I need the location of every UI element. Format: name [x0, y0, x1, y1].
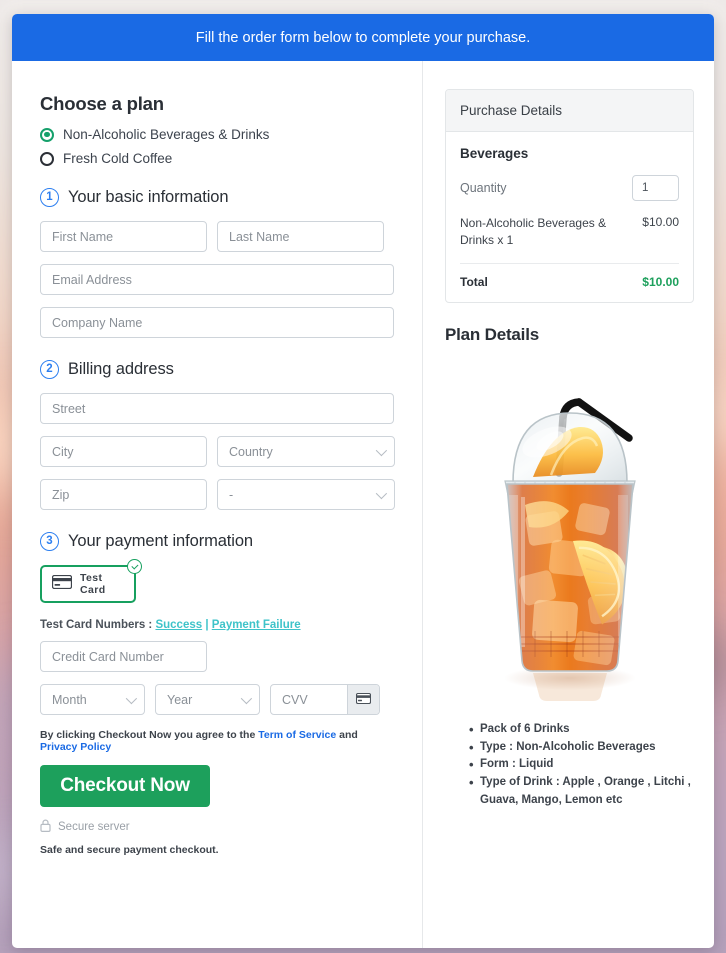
country-select-value: Country — [229, 444, 273, 459]
safe-payment-note: Safe and secure payment checkout. — [40, 844, 219, 856]
secure-server-label: Secure server — [58, 821, 130, 833]
quantity-input[interactable]: 1 — [632, 175, 679, 201]
payment-failure-link[interactable]: Payment Failure — [212, 619, 301, 631]
list-item: Type : Non-Alcoholic Beverages — [469, 738, 694, 758]
line-item-row: Non-Alcoholic Beverages & Drinks x 1 $10… — [460, 215, 679, 264]
checkout-card: Fill the order form below to complete yo… — [12, 14, 714, 948]
line-item-name: Non-Alcoholic Beverages & Drinks x 1 — [460, 216, 607, 248]
radio-icon-selected[interactable] — [40, 127, 54, 142]
credit-card-icon — [51, 574, 73, 594]
last-name-input[interactable]: Last Name — [217, 221, 384, 252]
terms-text: By clicking Checkout Now you agree to th… — [40, 729, 394, 753]
expiry-cvv-row: Month Year CVV — [40, 684, 394, 715]
name-row: First Name Last Name — [40, 221, 394, 252]
credit-card-number-input[interactable]: Credit Card Number — [40, 641, 207, 672]
checkout-button[interactable]: Checkout Now — [40, 765, 210, 807]
total-row: Total $10.00 — [460, 275, 679, 289]
test-card-numbers-prefix: Test Card Numbers : — [40, 619, 156, 631]
email-input[interactable]: Email Address — [40, 264, 394, 295]
lock-icon — [40, 819, 51, 835]
cvv-field-group: CVV — [270, 684, 380, 715]
step-payment-information-title: Your payment information — [68, 532, 254, 550]
zip-state-row: Zip - — [40, 479, 395, 510]
plan-option-beverages-label: Non-Alcoholic Beverages & Drinks — [63, 127, 270, 142]
zip-input[interactable]: Zip — [40, 479, 207, 510]
step-billing-address-title: Billing address — [68, 360, 174, 378]
total-label: Total — [460, 274, 488, 289]
term-of-service-link[interactable]: Term of Service — [258, 729, 336, 741]
expiry-month-value: Month — [52, 692, 87, 707]
card-columns: Choose a plan Non-Alcoholic Beverages & … — [12, 61, 714, 948]
radio-icon-unselected[interactable] — [40, 151, 54, 166]
expiry-year-select[interactable]: Year — [155, 684, 260, 715]
secure-server-note: Secure server — [40, 819, 394, 835]
terms-prefix: By clicking Checkout Now you agree to th… — [40, 729, 259, 741]
credit-card-icon — [355, 691, 372, 709]
test-card-numbers-note: Test Card Numbers : Success | Payment Fa… — [40, 619, 394, 631]
chevron-down-icon — [240, 692, 253, 704]
step-number-badge-1: 1 — [40, 188, 59, 207]
street-row: Street — [40, 393, 394, 424]
expiry-year-value: Year — [167, 692, 193, 707]
cvv-input[interactable]: CVV — [271, 685, 347, 714]
step-number-badge-3: 3 — [40, 532, 59, 551]
state-select[interactable]: - — [217, 479, 395, 510]
step-payment-information-header: 3 Your payment information — [40, 532, 394, 551]
plan-option-beverages[interactable]: Non-Alcoholic Beverages & Drinks — [40, 127, 394, 142]
chevron-down-icon — [125, 692, 138, 704]
list-item: Pack of 6 Drinks — [469, 720, 694, 740]
test-card-option[interactable]: Test Card — [40, 559, 142, 603]
state-select-value: - — [229, 487, 234, 502]
street-input[interactable]: Street — [40, 393, 394, 424]
purchase-category-label: Beverages — [460, 146, 529, 161]
city-input[interactable]: City — [40, 436, 207, 467]
chevron-down-icon — [375, 444, 388, 456]
company-name-input[interactable]: Company Name — [40, 307, 394, 338]
quantity-row: Quantity 1 — [460, 175, 679, 201]
order-form-column: Choose a plan Non-Alcoholic Beverages & … — [12, 61, 423, 948]
success-link[interactable]: Success — [155, 619, 202, 631]
list-item: Form : Liquid — [469, 755, 694, 775]
plan-details-heading: Plan Details — [445, 324, 539, 344]
city-country-row: City Country — [40, 436, 395, 467]
plan-product-image — [445, 345, 694, 717]
expiry-month-select[interactable]: Month — [40, 684, 145, 715]
country-select[interactable]: Country — [217, 436, 395, 467]
test-card-label: Test Card — [80, 572, 106, 596]
step-basic-information-title: Your basic information — [68, 188, 229, 206]
purchase-details-body: Beverages Quantity 1 Non-Alcoholic Bever… — [446, 132, 693, 302]
step-number-badge-2: 2 — [40, 360, 59, 379]
banner: Fill the order form below to complete yo… — [12, 14, 714, 61]
banner-text: Fill the order form below to complete yo… — [195, 29, 531, 46]
privacy-policy-link[interactable]: Privacy Policy — [40, 741, 111, 753]
email-row: Email Address — [40, 264, 394, 295]
list-item: Type of Drink : Apple , Orange , Litchi … — [469, 773, 694, 810]
purchase-details-header: Purchase Details — [446, 90, 693, 132]
quantity-label: Quantity — [460, 181, 507, 195]
choose-plan-heading: Choose a plan — [40, 93, 164, 114]
plan-feature-list: Pack of 6 Drinks Type : Non-Alcoholic Be… — [469, 720, 694, 810]
terms-conjunction: and — [336, 729, 358, 741]
first-name-input[interactable]: First Name — [40, 221, 207, 252]
step-billing-address-header: 2 Billing address — [40, 360, 394, 379]
step-basic-information-header: 1 Your basic information — [40, 188, 394, 207]
company-row: Company Name — [40, 307, 394, 338]
line-item-amount: $10.00 — [642, 215, 679, 229]
total-amount: $10.00 — [642, 274, 679, 289]
chevron-down-icon — [375, 487, 388, 499]
plan-option-coffee[interactable]: Fresh Cold Coffee — [40, 151, 394, 166]
purchase-details-panel: Purchase Details Beverages Quantity 1 No… — [445, 89, 694, 303]
cvv-help-button[interactable] — [347, 685, 379, 714]
card-number-row: Credit Card Number — [40, 641, 394, 672]
summary-column: Purchase Details Beverages Quantity 1 No… — [423, 61, 714, 948]
plan-option-coffee-label: Fresh Cold Coffee — [63, 151, 173, 166]
link-separator: | — [202, 619, 212, 631]
check-circle-icon — [127, 559, 142, 574]
